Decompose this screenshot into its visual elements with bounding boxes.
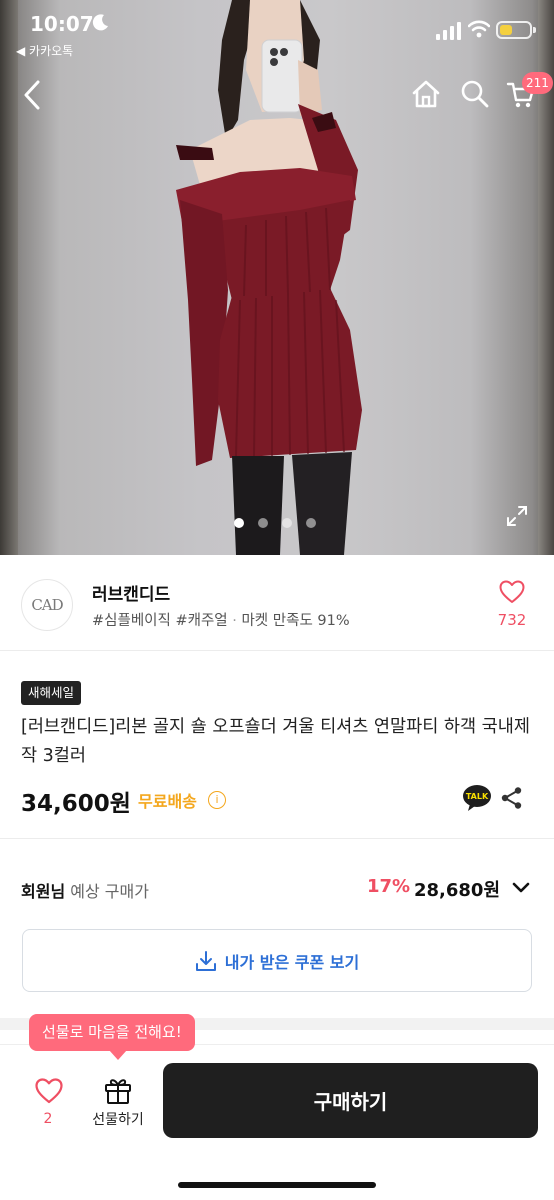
member-price-label: 회원님 예상 구매가 <box>21 878 149 902</box>
gallery-dot[interactable] <box>282 518 292 528</box>
shop-logo[interactable]: CAD <box>21 579 73 631</box>
share-icon[interactable] <box>500 786 524 810</box>
chevron-down-icon[interactable] <box>512 881 530 895</box>
clock: 10:07 <box>30 12 94 36</box>
member-label-rest: 예상 구매가 <box>65 882 149 901</box>
free-shipping-label: 무료배송 <box>138 792 197 811</box>
member-price: 28,680원 <box>414 880 501 901</box>
tag-separator: · <box>227 613 242 629</box>
product-title: [러브캔디드]리본 골지 숄 오프숄더 겨울 티셔츠 연말파티 하객 국내제작 … <box>21 717 530 766</box>
product-price: 34,600원 <box>21 791 131 817</box>
shop-like-count: 732 <box>497 611 527 629</box>
moon-icon <box>92 14 108 31</box>
home-indicator <box>178 1182 376 1188</box>
shop-tag-text: #심플베이직 #캐주얼 <box>92 613 228 629</box>
gift-tooltip: 선물로 마음을 전해요! <box>29 1014 195 1051</box>
gift-button-label[interactable]: 선물하기 <box>86 1109 150 1129</box>
shop-info-row[interactable]: CAD 러브캔디드 #심플베이직 #캐주얼 · 마켓 만족도 91% 732 <box>0 555 554 651</box>
tooltip-tail <box>109 1050 127 1060</box>
gallery-dot[interactable] <box>234 518 244 528</box>
back-to-app-link[interactable]: ◀ 카카오톡 <box>16 42 73 59</box>
buy-button[interactable]: 구매하기 <box>163 1063 538 1138</box>
cart-count-badge: 211 <box>522 72 553 94</box>
status-bar: 10:07 ◀ 카카오톡 <box>0 0 554 66</box>
home-icon[interactable] <box>410 78 442 110</box>
download-icon <box>195 950 216 971</box>
coupon-button-label: 내가 받은 쿠폰 보기 <box>224 952 360 972</box>
search-icon[interactable] <box>460 79 490 109</box>
battery-icon <box>496 21 536 39</box>
expand-icon[interactable] <box>505 504 529 528</box>
chevron-left-icon[interactable] <box>18 78 46 112</box>
member-discount: 17% <box>367 876 411 897</box>
product-like-count: 2 <box>43 1111 53 1127</box>
talk-label: TALK <box>466 792 489 801</box>
gallery-dot[interactable] <box>258 518 268 528</box>
member-label-bold: 회원님 <box>21 882 66 901</box>
heart-icon[interactable] <box>35 1078 63 1104</box>
shop-name[interactable]: 러브캔디드 <box>92 580 170 605</box>
shop-tags: #심플베이직 #캐주얼 · 마켓 만족도 91% <box>92 609 350 630</box>
signal-icon <box>436 22 461 40</box>
wifi-icon <box>468 20 490 38</box>
view-coupons-button[interactable]: 내가 받은 쿠폰 보기 <box>22 929 532 992</box>
gallery-pagination <box>234 518 316 528</box>
info-icon[interactable]: i <box>208 791 226 809</box>
heart-icon[interactable] <box>499 580 525 604</box>
kakao-talk-icon[interactable]: TALK <box>462 784 492 812</box>
section-divider <box>0 838 554 839</box>
sale-badge: 새해세일 <box>21 681 82 705</box>
gallery-dot[interactable] <box>306 518 316 528</box>
shop-satisfaction: 마켓 만족도 91% <box>241 613 350 629</box>
gift-icon[interactable] <box>103 1075 133 1105</box>
